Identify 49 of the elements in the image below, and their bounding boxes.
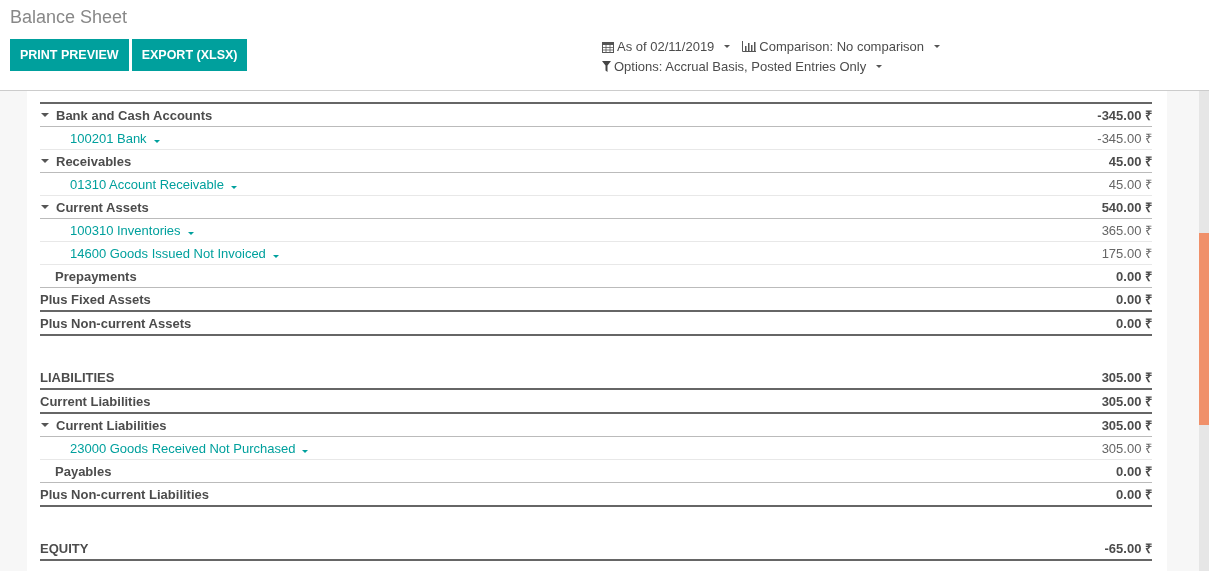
row-label: Plus Non-current Liabilities bbox=[40, 486, 210, 502]
row-label: Current Liabilities bbox=[40, 393, 151, 409]
caret-icon[interactable] bbox=[41, 203, 49, 211]
row-label: Prepayments bbox=[55, 268, 137, 284]
row-label: Payables bbox=[55, 463, 112, 479]
caret-icon[interactable] bbox=[41, 421, 49, 429]
comparison-filter[interactable]: Comparison: No comparison bbox=[742, 39, 941, 54]
toolbar-button[interactable]: PRINT PREVIEW bbox=[10, 39, 129, 71]
amount-cell-text: 305.00 ₹ bbox=[1101, 440, 1152, 457]
account-link[interactable]: 14600 Goods Issued Not Invoiced bbox=[70, 245, 279, 261]
scrollbar[interactable] bbox=[1199, 91, 1209, 571]
row-label: LIABILITIES bbox=[40, 369, 115, 385]
amount-cell-text: -345.00 ₹ bbox=[1097, 107, 1152, 124]
amount-cell-text: 175.00 ₹ bbox=[1101, 245, 1152, 262]
amount-cell-text: 45.00 ₹ bbox=[1108, 153, 1152, 170]
calendar-icon bbox=[602, 40, 614, 53]
amount-cell-text: 365.00 ₹ bbox=[1101, 222, 1152, 239]
amount-cell-text: 0.00 ₹ bbox=[1116, 486, 1152, 503]
bar-chart-icon bbox=[742, 41, 757, 52]
row-label: Current Liabilities bbox=[56, 417, 167, 433]
amount-cell-text: 0.00 ₹ bbox=[1116, 291, 1152, 308]
amount-cell-text: 305.00 ₹ bbox=[1101, 393, 1152, 410]
account-link[interactable]: 01310 Account Receivable bbox=[70, 176, 237, 192]
row-label: Receivables bbox=[56, 153, 132, 169]
amount-cell-text: 0.00 ₹ bbox=[1116, 268, 1152, 285]
amount-cell-text: 0.00 ₹ bbox=[1116, 315, 1152, 332]
row-label: Current Assets bbox=[56, 199, 149, 215]
page-title: Balance Sheet bbox=[10, 7, 129, 29]
amount-cell-text: 45.00 ₹ bbox=[1108, 176, 1152, 193]
row-label: Plus Fixed Assets bbox=[40, 291, 151, 307]
account-link[interactable]: 100201 Bank bbox=[70, 130, 160, 146]
toolbar-button[interactable]: EXPORT (XLSX) bbox=[131, 39, 248, 71]
amount-cell-text: -345.00 ₹ bbox=[1097, 130, 1152, 147]
amount-cell-text: 305.00 ₹ bbox=[1101, 417, 1152, 434]
account-link[interactable]: 100310 Inventories bbox=[70, 222, 194, 238]
date-filter[interactable]: As of 02/11/2019 bbox=[602, 39, 731, 54]
amount-cell-text: 305.00 ₹ bbox=[1101, 369, 1152, 386]
row-label: EQUITY bbox=[40, 540, 89, 556]
caret-icon[interactable] bbox=[41, 111, 49, 119]
scrollbar-thumb[interactable] bbox=[1199, 233, 1209, 425]
filter-icon bbox=[602, 61, 611, 72]
row-label: Plus Non-current Assets bbox=[40, 315, 192, 331]
amount-cell-text: 540.00 ₹ bbox=[1101, 199, 1152, 216]
caret-icon[interactable] bbox=[41, 157, 49, 165]
amount-cell-text: 0.00 ₹ bbox=[1116, 463, 1152, 480]
options-filter[interactable]: Options: Accrual Basis, Posted Entries Only bbox=[602, 59, 883, 74]
row-label: Bank and Cash Accounts bbox=[56, 107, 213, 123]
amount-cell-text: -65.00 ₹ bbox=[1104, 540, 1152, 557]
account-link[interactable]: 23000 Goods Received Not Purchased bbox=[70, 440, 309, 456]
